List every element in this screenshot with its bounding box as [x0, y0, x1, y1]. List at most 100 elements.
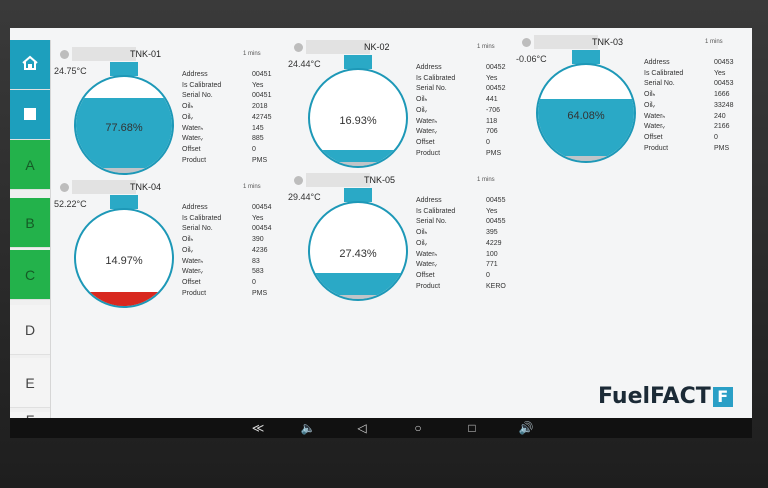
- collapse-icon[interactable]: ≪: [246, 421, 270, 435]
- info-row: Offset 0: [416, 271, 526, 282]
- info-row: Address 00451: [182, 70, 292, 81]
- info-value: KERO: [486, 282, 506, 290]
- info-row: Oilₕ 2018: [182, 102, 292, 113]
- info-key: Oilᵥ: [182, 113, 193, 121]
- info-row: Offset 0: [644, 133, 752, 144]
- redacted-label: [72, 47, 136, 61]
- sidebar-item-d[interactable]: D: [10, 305, 50, 355]
- tank-gauge: 64.08%: [536, 63, 636, 163]
- volume-down-icon[interactable]: 🔈: [296, 421, 320, 435]
- info-row: Offset 0: [182, 145, 292, 156]
- update-age: 1 mins: [477, 44, 495, 50]
- info-key: Oilᵥ: [182, 246, 193, 254]
- update-age: 1 mins: [705, 39, 723, 45]
- info-key: Oilₕ: [182, 236, 194, 244]
- info-row: Address 00454: [182, 203, 292, 214]
- info-value: 00453: [714, 59, 734, 66]
- info-value: 100: [486, 250, 498, 258]
- fill-percent: 27.43%: [339, 248, 377, 260]
- volume-up-icon[interactable]: 🔊: [514, 421, 538, 435]
- tank-temperature: 52.22°C: [54, 199, 87, 209]
- info-key: Offset: [416, 271, 435, 279]
- info-row: Waterₕ 83: [182, 257, 292, 268]
- sidebar: A B C D E F: [10, 40, 51, 438]
- info-value: 240: [714, 112, 726, 120]
- info-value: Yes: [252, 214, 264, 222]
- tank-neck: [110, 195, 138, 209]
- tank-card-4[interactable]: TNK-04 1 mins 52.22°C 14.97% Address 0045…: [54, 180, 288, 323]
- sidebar-item-label: A: [25, 156, 35, 173]
- sidebar-item-b[interactable]: B: [10, 198, 50, 248]
- tank-info: Address 00452 Is Calibrated Yes Serial No. 00…: [416, 63, 526, 159]
- info-value: 2166: [714, 123, 730, 131]
- info-value: 0: [252, 145, 256, 153]
- recents-icon[interactable]: □: [460, 421, 484, 435]
- tank-card-3[interactable]: TNK-03 1 mins -0.06°C 64.08% Address 0045…: [516, 35, 752, 178]
- info-key: Is Calibrated: [182, 81, 222, 89]
- status-dot: [60, 183, 69, 192]
- info-value: 00453: [714, 80, 734, 88]
- sidebar-item-square[interactable]: [10, 90, 50, 140]
- tank-temperature: -0.06°C: [516, 54, 547, 64]
- info-key: Waterᵥ: [182, 135, 203, 143]
- android-nav-bar: ≪ 🔈 ◁ ○ □ 🔊: [10, 418, 752, 438]
- home-nav-icon[interactable]: ○: [406, 421, 430, 435]
- tank-card-2[interactable]: NK-02 1 mins 24.44°C 16.93% Address 00452…: [288, 40, 522, 183]
- info-key: Waterₕ: [416, 250, 438, 258]
- sidebar-item-home[interactable]: [10, 40, 50, 90]
- info-key: Oilᵥ: [644, 101, 655, 109]
- info-value: 00454: [252, 225, 272, 233]
- info-value: 395: [486, 229, 498, 237]
- info-row: Product PMS: [416, 149, 526, 160]
- back-icon[interactable]: ◁: [350, 421, 374, 435]
- info-value: 390: [252, 236, 264, 244]
- tank-info: Address 00455 Is Calibrated Yes Serial No. 00…: [416, 196, 526, 292]
- oil-fill: [76, 291, 172, 306]
- info-key: Serial No.: [182, 225, 213, 233]
- info-key: Waterₕ: [644, 112, 666, 120]
- sidebar-item-e[interactable]: E: [10, 358, 50, 408]
- fill-percent: 77.68%: [105, 122, 143, 134]
- update-age: 1 mins: [243, 51, 261, 57]
- info-key: Product: [416, 282, 441, 290]
- tank-gauge: 27.43%: [308, 201, 408, 301]
- status-dot: [60, 50, 69, 59]
- info-value: Yes: [714, 69, 726, 77]
- tank-card-5[interactable]: TNK-05 1 mins 29.44°C 27.43% Address 0045…: [288, 173, 522, 316]
- sidebar-item-c[interactable]: C: [10, 250, 50, 300]
- oil-fill: [538, 99, 634, 161]
- info-key: Oilᵥ: [416, 106, 427, 114]
- logo-mark-icon: F: [712, 387, 733, 407]
- info-key: Waterₕ: [182, 124, 204, 132]
- info-row: Product PMS: [182, 156, 292, 167]
- water-fill: [538, 156, 634, 161]
- info-row: Waterₕ 240: [644, 112, 752, 123]
- water-fill: [76, 168, 172, 173]
- info-value: Yes: [252, 81, 264, 89]
- info-row: Waterᵥ 583: [182, 267, 292, 278]
- info-row: Waterₕ 118: [416, 117, 526, 128]
- info-row: Waterₕ 100: [416, 250, 526, 261]
- info-key: Waterᵥ: [416, 128, 437, 136]
- info-value: 83: [252, 257, 260, 265]
- tank-gauge: 14.97%: [74, 208, 174, 308]
- sidebar-item-a[interactable]: A: [10, 140, 50, 190]
- square-icon: [24, 107, 36, 123]
- info-value: 00451: [252, 71, 272, 78]
- info-key: Address: [182, 71, 208, 78]
- sidebar-item-label: C: [24, 266, 36, 283]
- info-value: 583: [252, 268, 264, 276]
- info-row: Oilₕ 441: [416, 95, 526, 106]
- update-age: 1 mins: [477, 177, 495, 183]
- update-age: 1 mins: [243, 184, 261, 190]
- tank-temperature: 24.75°C: [54, 66, 87, 76]
- status-dot: [522, 38, 531, 47]
- oil-fill: [76, 98, 172, 173]
- info-row: Waterᵥ 706: [416, 127, 526, 138]
- info-key: Is Calibrated: [182, 214, 222, 222]
- home-icon: [21, 55, 39, 74]
- tank-card-1[interactable]: TNK-01 1 mins 24.75°C 77.68% Address 0045…: [54, 47, 288, 190]
- info-key: Product: [182, 156, 207, 164]
- info-key: Address: [182, 204, 208, 211]
- redacted-label: [306, 40, 370, 54]
